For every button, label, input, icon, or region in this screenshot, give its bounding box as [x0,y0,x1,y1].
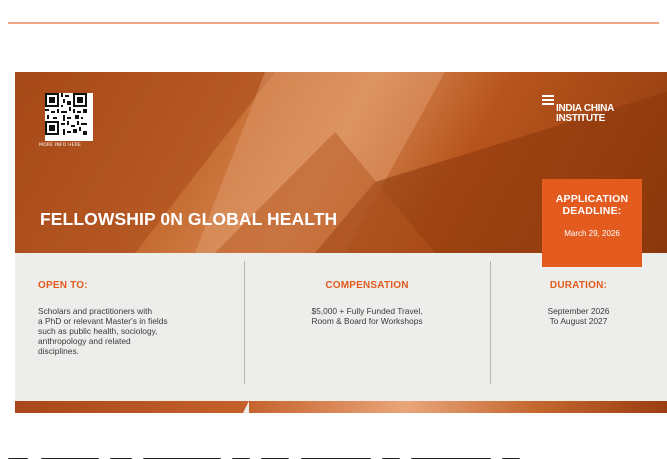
deadline-title-line-2: DEADLINE: [562,205,622,217]
compensation-line: Room & Board for Workshops [311,316,423,326]
open-to-line: Scholars and practitioners with [38,306,153,316]
deadline-date: March 29, 2026 [564,229,620,238]
deadline-title-line-1: APPLICATION [555,193,629,205]
open-to-column: OPEN TO: Scholars and practitioners with… [15,253,244,401]
duration-line: To August 2027 [549,316,608,326]
open-to-line: disciplines. [38,346,79,356]
top-divider-line [8,22,659,24]
open-to-text: Scholars and practitioners with a PhD or… [38,306,244,356]
open-to-line: such as public health, sociology, [38,326,158,336]
compensation-heading: COMPENSATION [325,280,409,291]
compensation-line: $5,000 + Fully Funded Travel, [311,306,423,316]
compensation-column: COMPENSATION $5,000 + Fully Funded Trave… [244,253,490,401]
duration-column: DURATION: September 2026 To August 2027 [490,253,667,401]
fellowship-details: OPEN TO: Scholars and practitioners with… [15,253,667,401]
open-to-heading: OPEN TO: [38,280,88,291]
india-china-institute-logo: INDIA CHINA INSTITUTE [542,92,638,128]
banner-title: FELLOWSHIP 0N GLOBAL HEALTH [40,209,338,229]
duration-text: September 2026 To August 2027 [490,306,667,326]
qr-code[interactable] [45,93,93,141]
qr-caption: MORE INFO HERE [39,143,82,148]
open-to-line: a PhD or relevant Master's in fields [38,316,168,326]
duration-heading: DURATION: [549,280,608,291]
compensation-text: $5,000 + Fully Funded Travel, Room & Boa… [244,306,490,326]
open-to-line: anthropology and related [38,336,131,346]
fellowship-banner-image: MORE INFO HERE INDIA CHINA INSTITUTE FEL… [15,72,667,413]
logo-wordmark: INDIA CHINA INSTITUTE [556,104,614,124]
duration-line: September 2026 [547,306,610,316]
deadline-title: APPLICATION DEADLINE: [542,193,642,217]
logo-name-line-2: INSTITUTE [556,113,605,124]
stripe-notch [243,401,249,413]
banner-bottom-stripe [15,401,667,413]
cropped-text-line [0,447,667,459]
new-school-logo-mark [542,95,554,109]
qr-code-icon [45,93,87,135]
